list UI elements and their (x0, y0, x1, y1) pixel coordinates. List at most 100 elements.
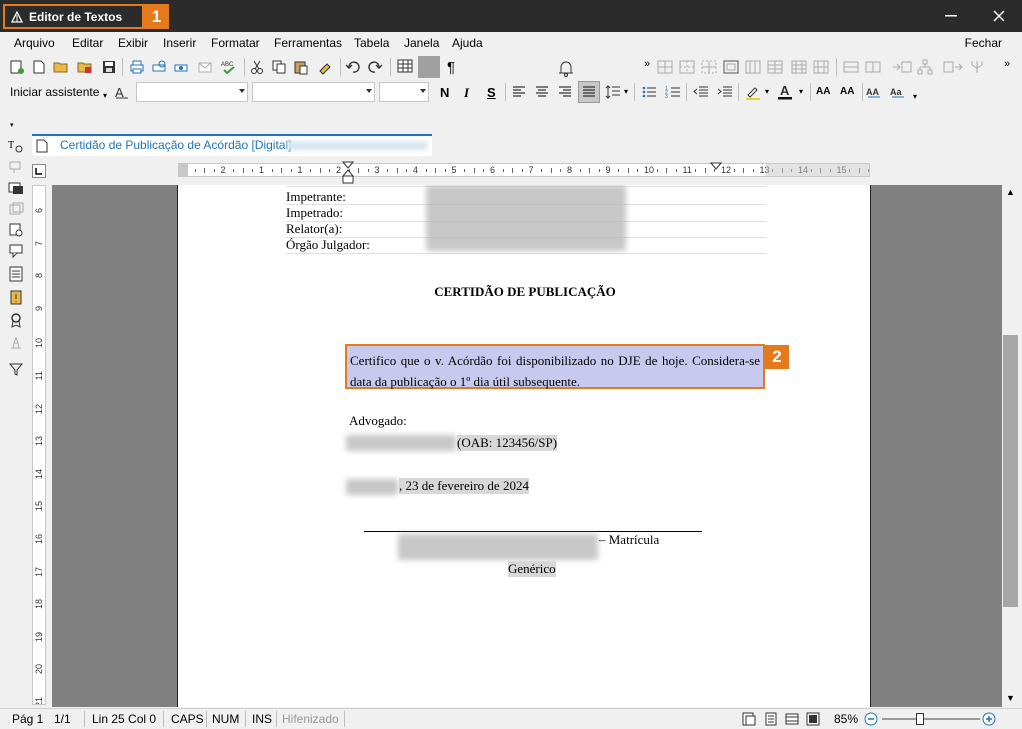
text-field-icon[interactable]: T (7, 137, 25, 155)
show-formatting-icon[interactable]: ¶ (442, 58, 460, 76)
font-size-combo[interactable] (379, 82, 429, 102)
print-setup-icon[interactable] (172, 58, 190, 76)
print-preview-icon[interactable] (150, 58, 168, 76)
zoom-in-icon[interactable] (982, 712, 996, 729)
format-painter-icon[interactable] (316, 58, 334, 76)
decrease-indent-icon[interactable] (692, 83, 710, 101)
menu-inserir[interactable]: Inserir (163, 36, 196, 50)
bold-button[interactable]: N (440, 85, 449, 100)
case-dropdown-icon[interactable]: ▾ (913, 92, 917, 101)
view-web-icon[interactable] (785, 712, 799, 729)
document-tab[interactable]: Certidão de Publicação de Acórdão [Digit… (32, 134, 432, 156)
list-icon[interactable] (7, 265, 25, 283)
svg-text:AA: AA (866, 87, 879, 97)
pages-icon[interactable] (7, 200, 25, 218)
vertical-scrollbar[interactable]: ▲ ▼ (1002, 185, 1020, 707)
bullets-icon[interactable] (640, 83, 658, 101)
view-page-icon[interactable] (742, 712, 756, 729)
overflow-chevron-icon[interactable]: » (638, 55, 656, 73)
bell-icon[interactable] (555, 57, 577, 79)
vertical-ruler[interactable]: 6 7 8 9 10 11 12 13 14 15 16 17 18 19 20 21 (32, 185, 46, 705)
case-upper-icon[interactable]: AA (866, 83, 884, 101)
font-color-dropdown-icon[interactable]: ▾ (799, 87, 803, 96)
line-spacing-dropdown-icon[interactable]: ▾ (624, 87, 628, 96)
font-color-icon[interactable]: A (776, 82, 794, 100)
status-line-col: Lin 25 Col 0 (92, 712, 157, 726)
scrollbar-thumb[interactable] (1003, 335, 1018, 607)
ruler-tick (752, 169, 754, 172)
style-brush-icon[interactable]: A (113, 83, 131, 101)
align-center-icon[interactable] (533, 83, 551, 101)
grow-font-button[interactable]: AA (816, 86, 830, 97)
form-icon[interactable] (7, 179, 25, 197)
scroll-up-icon[interactable]: ▲ (1006, 187, 1015, 197)
scroll-down-icon[interactable]: ▼ (1006, 693, 1015, 703)
menu-ajuda[interactable]: Ajuda (452, 36, 483, 50)
line-spacing-icon[interactable] (604, 83, 622, 101)
new-document-icon[interactable] (30, 58, 48, 76)
assistant-dropdown-icon[interactable]: ▾ (103, 91, 107, 100)
highlight-dropdown-icon[interactable]: ▾ (765, 87, 769, 96)
highlighted-paragraph[interactable]: Certifico que o v. Acórdão foi disponibi… (345, 344, 765, 389)
menu-formatar[interactable]: Formatar (211, 36, 260, 50)
zoom-slider-track[interactable] (882, 718, 980, 720)
award-icon[interactable] (7, 311, 25, 329)
ruler-tick (473, 168, 475, 173)
menu-arquivo[interactable]: Arquivo (14, 36, 55, 50)
align-right-icon[interactable] (556, 83, 574, 101)
toggle-frame-button[interactable] (418, 56, 440, 78)
insert-table-icon[interactable] (396, 57, 414, 75)
start-assistant-label[interactable]: Iniciar assistente (10, 85, 99, 99)
first-line-indent-marker[interactable] (341, 161, 355, 188)
menu-janela[interactable]: Janela (404, 36, 439, 50)
toolbar-expand-icon[interactable]: ▾ (10, 121, 14, 129)
paste-icon[interactable] (292, 58, 310, 76)
stamp-icon[interactable] (7, 334, 25, 352)
email-icon[interactable] (196, 58, 214, 76)
redo-icon[interactable] (366, 58, 384, 76)
document-model-icon[interactable] (7, 221, 25, 239)
undo-icon[interactable] (344, 58, 362, 76)
save-icon[interactable] (100, 58, 118, 76)
insert-field-icon[interactable] (7, 158, 25, 176)
cut-icon[interactable] (248, 58, 266, 76)
align-left-icon[interactable] (510, 83, 528, 101)
close-window-button[interactable] (984, 6, 1014, 26)
open-recent-icon[interactable] (76, 58, 94, 76)
vruler-number: 8 (34, 273, 44, 279)
fechar-button[interactable]: Fechar (965, 36, 1002, 50)
strike-button[interactable]: S (487, 85, 496, 100)
style-combo[interactable] (136, 82, 248, 102)
overflow-chevron-right-icon[interactable]: » (998, 55, 1016, 73)
new-from-template-icon[interactable] (8, 58, 26, 76)
menu-ferramentas[interactable]: Ferramentas (274, 36, 342, 50)
tab-stop-selector[interactable] (32, 164, 46, 178)
status-bar: Pág 1 1/1 Lin 25 Col 0 CAPS NUM INS Hife… (0, 708, 1022, 728)
menu-tabela[interactable]: Tabela (354, 36, 389, 50)
highlight-color-icon[interactable] (744, 83, 762, 101)
menu-editar[interactable]: Editar (72, 36, 103, 50)
justify-icon[interactable] (578, 81, 600, 103)
document-page[interactable]: Impetrante: Impetrado: Relator(a): Órgão… (177, 185, 871, 707)
zoom-slider-thumb[interactable] (916, 713, 924, 725)
clipboard-warning-icon[interactable] (7, 288, 25, 306)
open-folder-icon[interactable] (52, 58, 70, 76)
italic-button[interactable]: I (464, 85, 469, 101)
shrink-font-button[interactable]: AA (840, 86, 854, 97)
view-outline-icon[interactable] (806, 712, 820, 729)
copy-icon[interactable] (270, 58, 288, 76)
zoom-out-icon[interactable] (864, 712, 878, 729)
increase-indent-icon[interactable] (716, 83, 734, 101)
filter-icon[interactable] (7, 360, 25, 378)
case-lower-icon[interactable]: Aa (890, 83, 908, 101)
view-normal-icon[interactable] (764, 712, 778, 729)
menu-exibir[interactable]: Exibir (118, 36, 148, 50)
font-combo[interactable] (252, 82, 375, 102)
merge-cells-icon (842, 58, 860, 76)
minimize-button[interactable] (936, 6, 966, 26)
numbering-icon[interactable]: 123 (664, 83, 682, 101)
print-icon[interactable] (128, 58, 146, 76)
right-indent-marker[interactable] (709, 161, 723, 175)
comment-icon[interactable] (7, 242, 25, 260)
spellcheck-icon[interactable]: ABC (220, 58, 238, 76)
